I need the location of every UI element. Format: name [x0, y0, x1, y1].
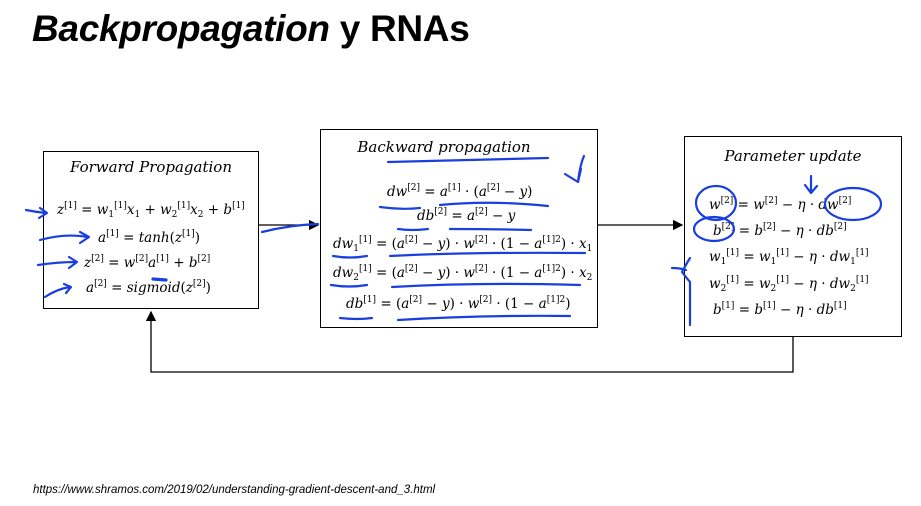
ink-brace-update: [680, 256, 692, 327]
ink-arrow-into-update: [670, 266, 688, 272]
handwritten-annotations: [24, 154, 883, 327]
ink-underline-db2-rhs: [448, 227, 533, 232]
ink-arrow-to-backward: [260, 222, 320, 234]
ink-underline-dw1-rhs: [388, 251, 587, 258]
ink-underline-dw1: [331, 254, 369, 259]
ink-arrow-eta: [803, 174, 819, 195]
ink-check-header: [563, 154, 586, 184]
ink-underline-dw2-rhs: [438, 201, 550, 208]
ink-circle-dw2: [823, 186, 883, 222]
ink-underline-dw2-1: [329, 283, 369, 288]
ink-underline-db1: [338, 316, 374, 321]
ink-underline-dw2-1-rhs: [390, 282, 582, 289]
ink-mark-sigmoid: [151, 277, 168, 282]
ink-underline-db2: [396, 227, 430, 232]
ink-circle-w2: [694, 184, 738, 222]
ink-underline-header: [386, 156, 550, 164]
ink-arrow-a1: [38, 230, 91, 245]
ink-underline-db1-rhs: [396, 314, 572, 322]
ink-arrow-a2: [43, 282, 73, 299]
source-url: https://www.shramos.com/2019/02/understa…: [33, 484, 436, 496]
ink-underline-dw2: [378, 205, 422, 210]
ink-arrow-z1: [24, 206, 49, 220]
ink-arrow-z2: [36, 255, 79, 270]
